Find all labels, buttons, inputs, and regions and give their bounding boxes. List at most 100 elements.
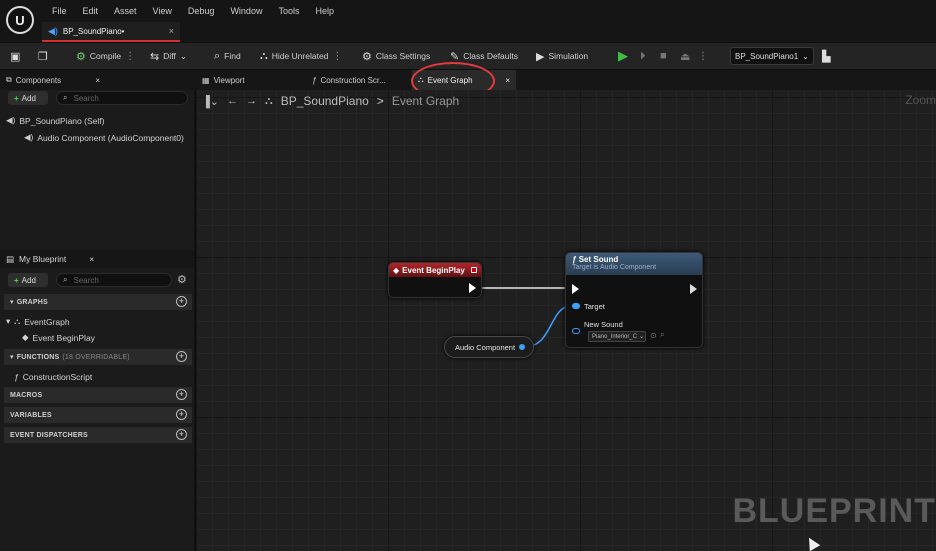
compile-button[interactable]: ⚙ Compile ⋮ bbox=[70, 43, 141, 69]
search-icon[interactable]: ⌕ bbox=[660, 330, 664, 340]
document-tab-bp-soundpiano[interactable]: ◀) BP_SoundPiano• × bbox=[42, 22, 180, 42]
node-set-sound[interactable]: ƒ Set Sound Target is Audio Component Ta… bbox=[565, 252, 703, 348]
node-event-beginplay[interactable]: ◆ Event BeginPlay bbox=[388, 262, 482, 298]
browse-debug-button[interactable]: ▙ bbox=[816, 43, 836, 69]
browse-asset-icon[interactable]: ⊙ bbox=[650, 331, 657, 340]
tab-components[interactable]: ⧉ Components × bbox=[0, 70, 112, 90]
hide-unrelated-options-icon[interactable]: ⋮ bbox=[332, 51, 342, 62]
hide-unrelated-label: Hide Unrelated bbox=[271, 51, 329, 61]
menu-help[interactable]: Help bbox=[307, 5, 342, 17]
target-pin[interactable] bbox=[572, 303, 580, 309]
section-graphs[interactable]: ▾ GRAPHS + bbox=[4, 294, 192, 310]
menu-asset[interactable]: Asset bbox=[106, 5, 145, 17]
new-sound-pin[interactable] bbox=[572, 328, 580, 334]
graph-item-eventgraph[interactable]: ▾ ⛬ EventGraph bbox=[6, 316, 70, 327]
close-icon[interactable]: × bbox=[505, 76, 510, 85]
debug-object-select[interactable]: BP_SoundPiano1 ⌄ bbox=[730, 47, 814, 65]
add-macro-icon[interactable]: + bbox=[176, 389, 187, 400]
diff-button[interactable]: ⇆ Diff ⌄ bbox=[144, 43, 193, 69]
node-set-sound-subtitle: Target is Audio Component bbox=[572, 264, 657, 271]
compile-options-icon[interactable]: ⋮ bbox=[125, 51, 135, 62]
section-functions-label: FUNCTIONS bbox=[16, 353, 60, 361]
menu-window[interactable]: Window bbox=[222, 5, 270, 17]
section-functions[interactable]: ▾ FUNCTIONS (18 OVERRIDABLE) + bbox=[4, 349, 192, 365]
menu-tools[interactable]: Tools bbox=[270, 5, 307, 17]
components-search-input[interactable]: ⌕ Search bbox=[56, 91, 188, 105]
chevron-down-icon: ⌄ bbox=[179, 50, 187, 61]
exec-out-pin[interactable] bbox=[690, 284, 697, 294]
chevron-down-icon: ▾ bbox=[10, 299, 14, 306]
save-button[interactable]: ▣ bbox=[4, 43, 26, 69]
browse-button[interactable]: ❐ bbox=[32, 43, 54, 69]
section-macros[interactable]: MACROS + bbox=[4, 387, 192, 403]
stop-button[interactable]: ■ bbox=[654, 43, 673, 69]
my-blueprint-search-input[interactable]: ⌕ Search bbox=[56, 273, 172, 287]
graph-beginplay-label: Event BeginPlay bbox=[32, 332, 95, 343]
function-icon: ƒ bbox=[312, 75, 317, 85]
hide-unrelated-button[interactable]: ⛬ Hide Unrelated ⋮ bbox=[254, 43, 348, 69]
chevron-down-icon: ⌄ bbox=[639, 334, 645, 340]
event-graph-canvas[interactable]: ▐⌄ ← → ⛬ BP_SoundPiano > Event Graph Zoo… bbox=[196, 90, 936, 551]
node-event-beginplay-header: ◆ Event BeginPlay bbox=[389, 263, 481, 277]
gear-icon[interactable]: ⚙ bbox=[177, 273, 187, 286]
node-audio-component-label: Audio Component bbox=[455, 342, 516, 352]
eject-icon: ⏏ bbox=[680, 50, 691, 63]
new-sound-select[interactable]: Piano_Interior_C ⌄ bbox=[588, 331, 646, 342]
search-icon: ⌕ bbox=[63, 275, 68, 284]
audio-component-out-pin[interactable] bbox=[519, 344, 525, 350]
component-self[interactable]: ◀) BP_SoundPiano (Self) bbox=[6, 115, 104, 126]
add-dispatcher-icon[interactable]: + bbox=[176, 429, 187, 440]
main-menu: File Edit Asset View Debug Window Tools … bbox=[44, 5, 342, 17]
class-settings-label: Class Settings bbox=[375, 51, 431, 61]
search-icon: ⌕ bbox=[63, 93, 68, 102]
node-audio-component[interactable]: Audio Component bbox=[444, 336, 534, 358]
find-button[interactable]: ⌕ Find bbox=[208, 43, 247, 69]
section-variables[interactable]: VARIABLES + bbox=[4, 407, 192, 423]
chevron-down-icon: ⌄ bbox=[802, 51, 809, 61]
close-icon[interactable]: × bbox=[169, 26, 174, 36]
add-blueprint-item-button[interactable]: + Add bbox=[8, 273, 48, 287]
my-blueprint-header: ▤ My Blueprint × bbox=[0, 250, 194, 268]
simulation-button[interactable]: ▶ Simulation bbox=[530, 43, 594, 69]
play-options-button[interactable]: ⋮ bbox=[692, 43, 714, 69]
graph-eventgraph-label: EventGraph bbox=[24, 316, 70, 327]
graph-item-event-beginplay[interactable]: ◆ Event BeginPlay bbox=[22, 332, 95, 343]
browse-icon: ▙ bbox=[822, 50, 831, 63]
browse-icon: ❐ bbox=[38, 50, 48, 63]
tab-construction-label: Construction Scr... bbox=[320, 75, 386, 85]
add-component-button[interactable]: + Add bbox=[8, 91, 48, 105]
menu-view[interactable]: View bbox=[145, 5, 180, 17]
book-icon: ▤ bbox=[6, 253, 15, 264]
search-placeholder: Search bbox=[73, 275, 99, 285]
class-defaults-label: Class Defaults bbox=[463, 51, 519, 61]
exec-in-pin[interactable] bbox=[572, 284, 579, 294]
advance-frame-button[interactable]: ⏵ bbox=[634, 43, 652, 69]
play-icon: ▶ bbox=[618, 48, 628, 63]
event-diamond-icon: ◆ bbox=[22, 332, 29, 342]
exec-out-pin[interactable] bbox=[469, 283, 476, 293]
class-settings-button[interactable]: ⚙ Class Settings bbox=[356, 43, 436, 69]
speaker-icon: ◀) bbox=[6, 115, 16, 125]
add-variable-icon[interactable]: + bbox=[176, 409, 187, 420]
menu-edit[interactable]: Edit bbox=[75, 5, 107, 17]
close-icon[interactable]: × bbox=[89, 254, 94, 264]
play-button[interactable]: ▶ bbox=[612, 43, 634, 69]
section-event-dispatchers[interactable]: EVENT DISPATCHERS + bbox=[4, 427, 192, 443]
unreal-logo[interactable]: U bbox=[6, 6, 34, 34]
add-graph-icon[interactable]: + bbox=[176, 296, 187, 307]
menu-debug[interactable]: Debug bbox=[180, 5, 223, 17]
close-icon[interactable]: × bbox=[95, 76, 100, 85]
delegate-pin[interactable] bbox=[471, 267, 477, 273]
pencil-icon: ✎ bbox=[450, 50, 460, 63]
debug-object-value: BP_SoundPiano1 bbox=[735, 51, 799, 61]
tab-viewport[interactable]: ▦ Viewport bbox=[196, 70, 251, 90]
function-icon: ƒ bbox=[572, 255, 577, 264]
left-sidebar: + Add ⌕ Search ◀) BP_SoundPiano (Self) ◀… bbox=[0, 90, 194, 551]
add-function-icon[interactable]: + bbox=[176, 351, 187, 362]
tab-construction-script[interactable]: ƒ Construction Scr... bbox=[306, 70, 392, 90]
event-diamond-icon: ◆ bbox=[393, 265, 400, 275]
section-functions-sub: (18 OVERRIDABLE) bbox=[62, 353, 130, 361]
function-item-constructionscript[interactable]: ƒ ConstructionScript bbox=[14, 372, 92, 382]
menu-file[interactable]: File bbox=[44, 5, 75, 17]
component-audio[interactable]: ◀) Audio Component (AudioComponent0) bbox=[24, 132, 184, 143]
